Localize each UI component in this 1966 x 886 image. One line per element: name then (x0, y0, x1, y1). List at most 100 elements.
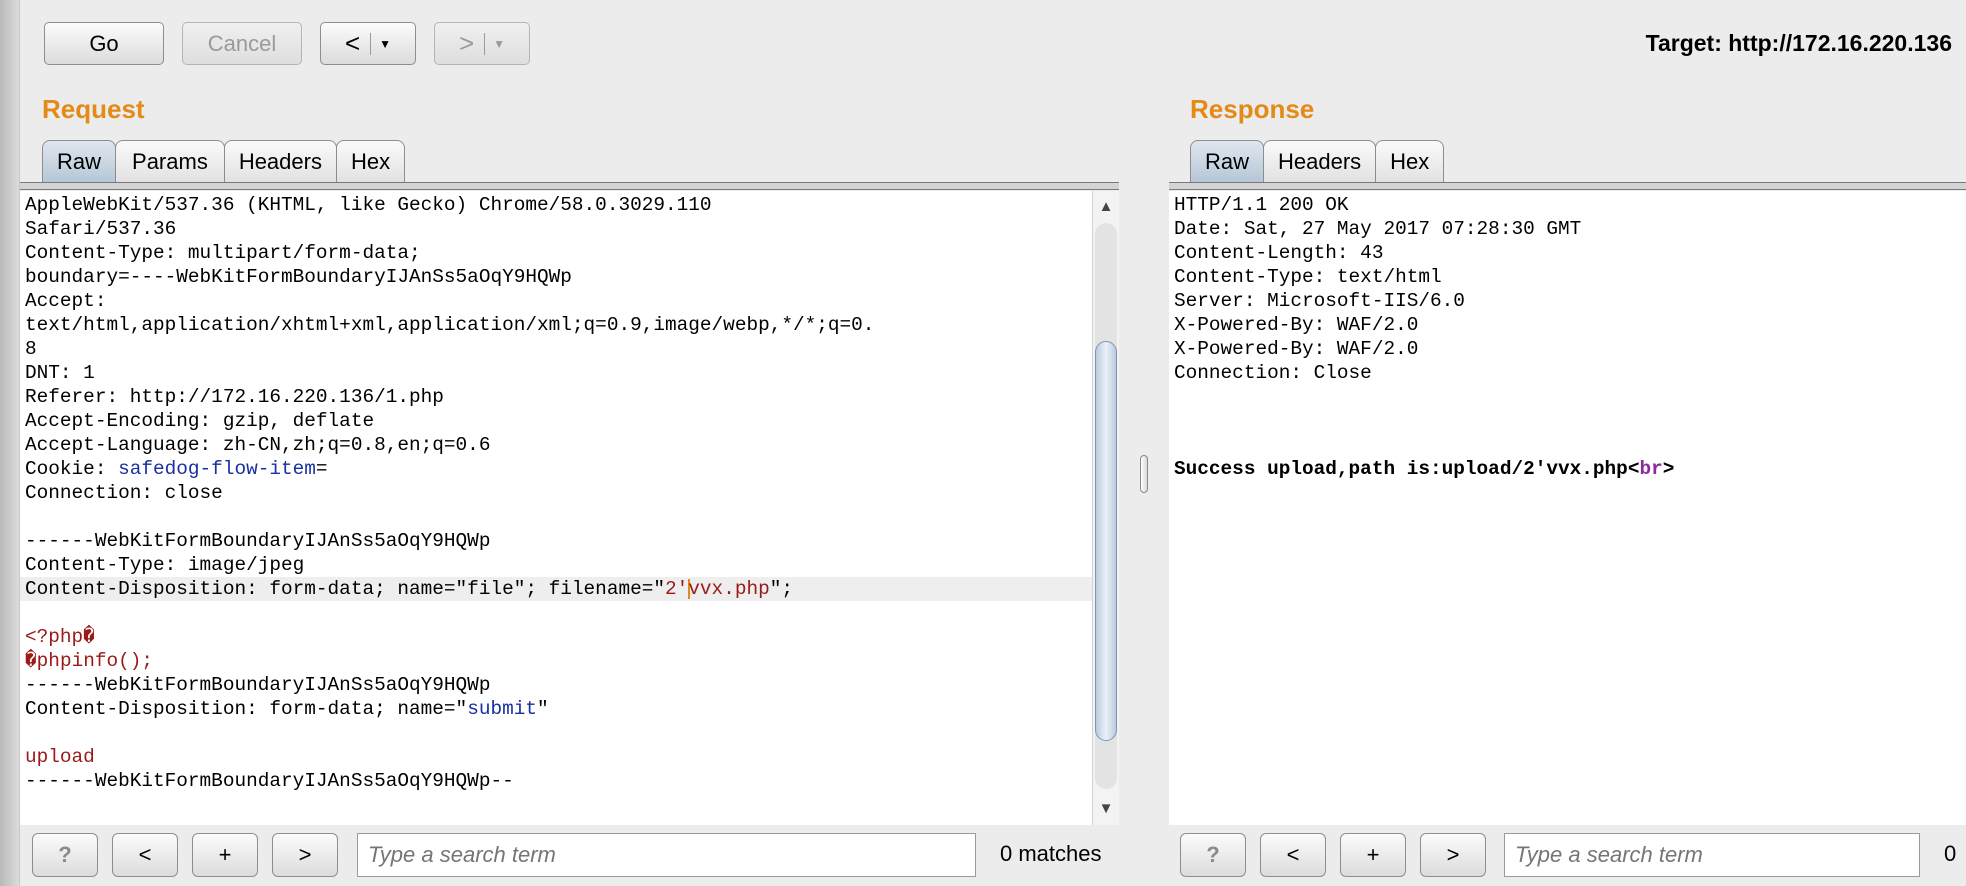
request-line: AppleWebKit/537.36 (KHTML, like Gecko) C… (20, 193, 1092, 217)
request-line-segment: ------WebKitFormBoundaryIJAnSs5aOqY9HQWp… (25, 770, 514, 792)
response-body[interactable]: Success upload,path is:upload/2'vvx.php<… (1169, 409, 1966, 529)
request-line-segment: "; (769, 578, 794, 600)
request-line-segment: ------WebKitFormBoundaryIJAnSs5aOqY9HQWp (25, 530, 491, 552)
request-line-segment: ------WebKitFormBoundaryIJAnSs5aOqY9HQWp (25, 674, 491, 696)
request-line-segment: 2' (665, 578, 689, 600)
request-line: �phpinfo(); (20, 649, 1092, 673)
request-search-input[interactable] (357, 833, 976, 877)
br-tag-name: br (1639, 458, 1663, 480)
response-add-button[interactable]: + (1340, 833, 1406, 877)
scroll-thumb[interactable] (1095, 341, 1117, 741)
request-line-segment: Connection: close (25, 482, 223, 504)
request-line: Safari/537.36 (20, 217, 1092, 241)
request-line-segment: safedog-flow-item (118, 458, 316, 480)
response-next-match-button[interactable]: > (1420, 833, 1486, 877)
response-line: Content-Length: 43 (1174, 242, 1384, 264)
response-line: X-Powered-By: WAF/2.0 (1174, 338, 1419, 360)
response-body-text: Success upload,path is:upload/2'vvx.php (1174, 458, 1628, 480)
request-line: Cookie: safedog-flow-item= (20, 457, 1092, 481)
response-tab-raw[interactable]: Raw (1190, 140, 1265, 183)
request-scrollbar[interactable]: ▲ ▼ (1092, 191, 1119, 825)
request-tab-headers[interactable]: Headers (223, 140, 337, 183)
request-line-segment: Content-Type: multipart/form-data; (25, 242, 421, 264)
response-title: Response (1190, 94, 1315, 124)
response-search-input[interactable] (1504, 833, 1920, 877)
scroll-down-icon[interactable]: ▼ (1093, 795, 1119, 821)
request-tabs: Raw Params Headers Hex (42, 140, 406, 183)
back-button[interactable]: < ▼ (320, 22, 416, 65)
request-line-segment: Accept-Language: zh-CN,zh;q=0.8,en;q=0.6 (25, 434, 491, 456)
response-line: Connection: Close (1174, 362, 1372, 384)
request-line: ------WebKitFormBoundaryIJAnSs5aOqY9HQWp (20, 673, 1092, 697)
go-button[interactable]: Go (44, 22, 164, 65)
forward-dropdown-icon[interactable]: ▼ (493, 37, 505, 51)
request-line: text/html,application/xhtml+xml,applicat… (20, 313, 1092, 337)
response-tab-headers[interactable]: Headers (1263, 140, 1377, 183)
scroll-up-icon[interactable]: ▲ (1093, 193, 1119, 219)
request-raw-text[interactable]: AppleWebKit/537.36 (KHTML, like Gecko) C… (20, 191, 1092, 793)
request-line-segment: <?php� (25, 626, 95, 648)
request-line: Accept: (20, 289, 1092, 313)
request-tab-raw[interactable]: Raw (42, 140, 117, 183)
request-line-segment: = (315, 458, 328, 480)
back-dropdown-icon[interactable]: ▼ (379, 37, 391, 51)
request-line-segment: submit (467, 698, 538, 720)
forward-arrow-icon: > (458, 28, 475, 58)
back-arrow-icon: < (344, 28, 361, 58)
forward-button[interactable]: > ▼ (434, 22, 530, 65)
target-label: Target: http://172.16.220.136 (1645, 30, 1952, 56)
button-separator (484, 32, 486, 55)
response-help-button[interactable]: ? (1180, 833, 1246, 877)
response-line: Date: Sat, 27 May 2017 07:28:30 GMT (1174, 218, 1582, 240)
request-line-segment: Referer: http://172.16.220.136/1.php (25, 386, 444, 408)
request-line-segment: upload (25, 746, 95, 768)
cancel-button[interactable]: Cancel (182, 22, 302, 65)
request-help-button[interactable]: ? (32, 833, 98, 877)
request-line-segment: Content-Disposition: form-data; name="fi… (25, 578, 665, 600)
request-next-match-button[interactable]: > (272, 833, 338, 877)
response-tab-rule (1169, 182, 1966, 190)
response-raw-text[interactable]: HTTP/1.1 200 OK Date: Sat, 27 May 2017 07… (1169, 191, 1966, 409)
request-line: ------WebKitFormBoundaryIJAnSs5aOqY9HQWp… (20, 769, 1092, 793)
response-line: Content-Type: text/html (1174, 266, 1442, 288)
split-drag-handle[interactable] (1140, 455, 1148, 493)
response-line: Server: Microsoft-IIS/6.0 (1174, 290, 1465, 312)
request-tab-params[interactable]: Params (115, 140, 225, 183)
request-line: Referer: http://172.16.220.136/1.php (20, 385, 1092, 409)
request-line-segment: Cookie: (25, 458, 119, 480)
response-editor[interactable]: HTTP/1.1 200 OK Date: Sat, 27 May 2017 07… (1169, 191, 1966, 825)
response-tab-hex[interactable]: Hex (1375, 140, 1445, 183)
request-line: boundary=----WebKitFormBoundaryIJAnSs5aO… (20, 265, 1092, 289)
br-tag-close: > (1662, 458, 1675, 480)
cancel-label: Cancel (207, 30, 277, 56)
request-editor[interactable]: AppleWebKit/537.36 (KHTML, like Gecko) C… (20, 191, 1092, 825)
request-line (20, 601, 1092, 625)
response-prev-match-button[interactable]: < (1260, 833, 1326, 877)
request-line: Accept-Encoding: gzip, deflate (20, 409, 1092, 433)
request-tab-rule (20, 182, 1119, 190)
request-tab-hex[interactable]: Hex (335, 140, 406, 183)
request-line-segment: DNT: 1 (25, 362, 95, 384)
request-line (20, 505, 1092, 529)
response-line (1169, 385, 1966, 409)
request-prev-match-button[interactable]: < (112, 833, 178, 877)
request-line-segment: " (537, 698, 549, 720)
request-line-segment: vvx.php (688, 578, 770, 600)
request-line: Content-Disposition: form-data; name="su… (20, 697, 1092, 721)
request-line: <?php� (20, 625, 1092, 649)
request-line (20, 721, 1092, 745)
request-add-button[interactable]: + (192, 833, 258, 877)
br-tag-open: < (1627, 458, 1640, 480)
request-line: upload (20, 745, 1092, 769)
request-line: Content-Disposition: form-data; name="fi… (20, 577, 1092, 601)
response-body-line: Success upload,path is:upload/2'vvx.php<… (1169, 457, 1966, 481)
request-line-segment: Accept: (25, 290, 107, 312)
request-line-segment: AppleWebKit/537.36 (KHTML, like Gecko) C… (25, 194, 712, 216)
response-tabs: Raw Headers Hex (1190, 140, 1445, 183)
request-line-segment: Safari/537.36 (25, 218, 177, 240)
request-line-segment: Content-Disposition: form-data; name=" (25, 698, 468, 720)
request-title: Request (42, 94, 145, 124)
request-line: Content-Type: image/jpeg (20, 553, 1092, 577)
request-line: ------WebKitFormBoundaryIJAnSs5aOqY9HQWp (20, 529, 1092, 553)
response-line: HTTP/1.1 200 OK (1174, 194, 1349, 216)
